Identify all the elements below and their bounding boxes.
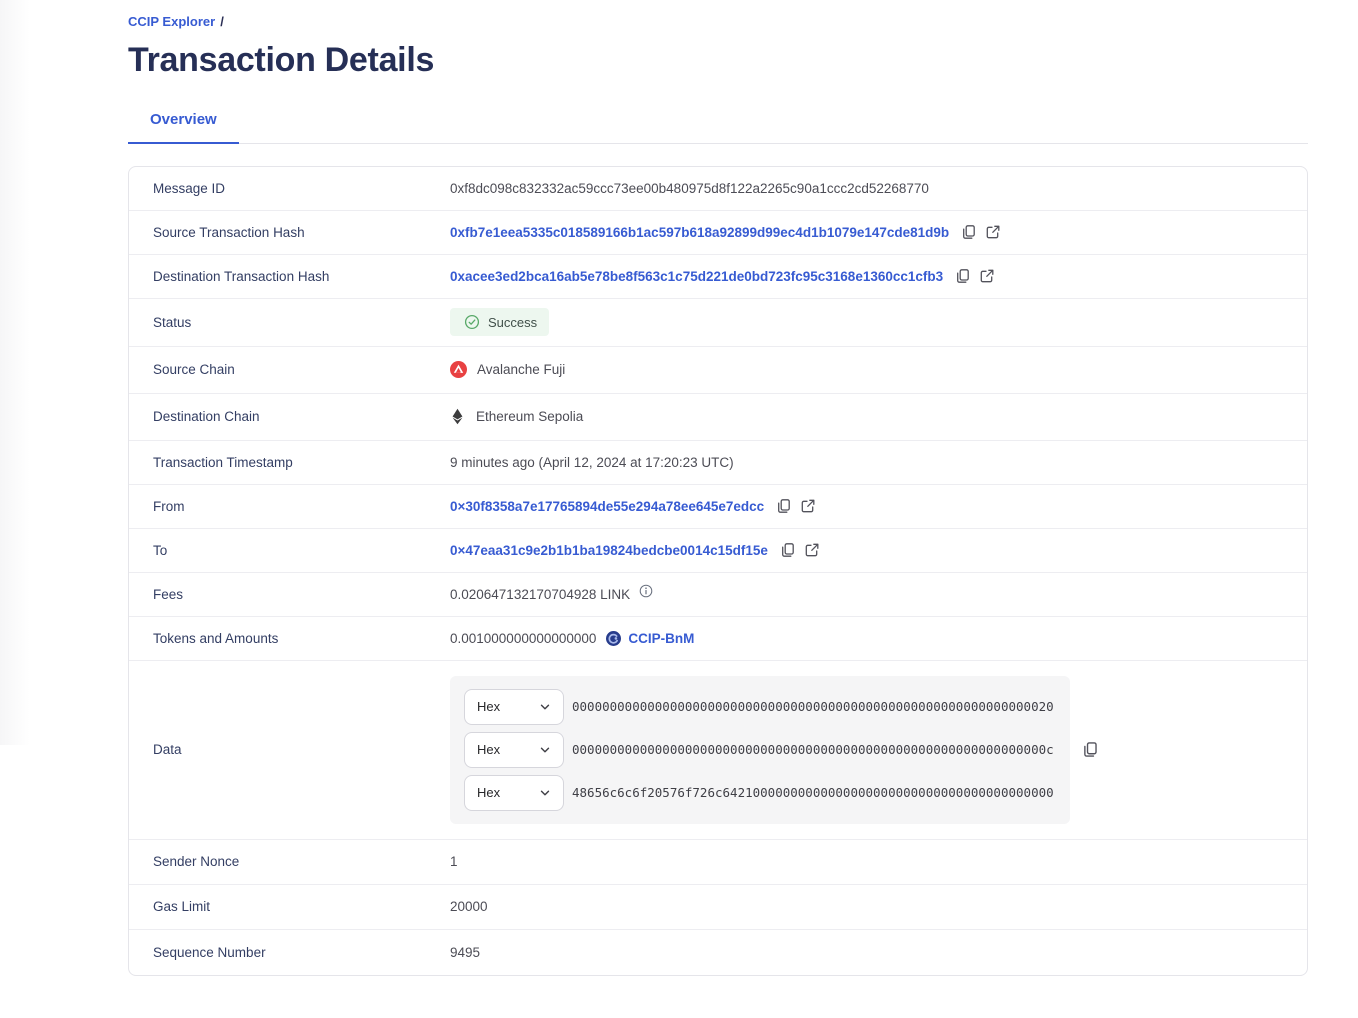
row-source-transaction-hash: Source Transaction Hash 0xfb7e1eea5335c0…	[129, 211, 1307, 255]
main-content: CCIP Explorer / Transaction Details Overv…	[128, 0, 1308, 976]
avalanche-icon	[450, 361, 467, 378]
gas-limit-label: Gas Limit	[153, 899, 450, 914]
check-circle-icon	[464, 314, 480, 330]
copy-icon[interactable]	[1082, 741, 1099, 758]
status-badge: Success	[450, 308, 549, 336]
ethereum-icon	[452, 408, 463, 425]
chevron-down-icon	[539, 744, 551, 756]
row-fees: Fees 0.020647132170704928 LINK	[129, 573, 1307, 617]
status-value: Success	[488, 315, 537, 330]
data-hex-value: 48656c6c6f20576f726c64210000000000000000…	[572, 785, 1054, 800]
tab-bar: Overview	[128, 111, 1308, 144]
status-label: Status	[153, 315, 450, 330]
copy-icon[interactable]	[780, 542, 796, 558]
row-transaction-timestamp: Transaction Timestamp 9 minutes ago (Apr…	[129, 441, 1307, 485]
chevron-down-icon	[539, 787, 551, 799]
row-gas-limit: Gas Limit 20000	[129, 885, 1307, 930]
row-destination-chain: Destination Chain Ethereum Sepolia	[129, 394, 1307, 441]
sender-nonce-label: Sender Nonce	[153, 854, 450, 869]
breadcrumb-link-ccip-explorer[interactable]: CCIP Explorer	[128, 14, 215, 29]
fees-value: 0.020647132170704928 LINK	[450, 587, 630, 602]
transaction-details-table: Message ID 0xf8dc098c832332ac59ccc73ee00…	[128, 166, 1308, 976]
format-select-value: Hex	[477, 699, 500, 714]
to-address-link[interactable]: 0×47eaa31c9e2b1b1ba19824bedcbe0014c15df1…	[450, 543, 768, 558]
token-amount-value: 0.001000000000000000	[450, 631, 596, 646]
sequence-number-label: Sequence Number	[153, 945, 450, 960]
copy-icon[interactable]	[776, 498, 792, 514]
row-message-id: Message ID 0xf8dc098c832332ac59ccc73ee00…	[129, 167, 1307, 211]
destination-chain-label: Destination Chain	[153, 409, 450, 424]
sequence-number-value: 9495	[450, 945, 480, 960]
tokens-label: Tokens and Amounts	[153, 631, 450, 646]
destination-tx-hash-label: Destination Transaction Hash	[153, 269, 450, 284]
source-tx-hash-link[interactable]: 0xfb7e1eea5335c018589166b1ac597b618a9289…	[450, 225, 949, 240]
data-label: Data	[153, 742, 450, 757]
page-title: Transaction Details	[128, 39, 1308, 81]
format-select-value: Hex	[477, 742, 500, 757]
copy-icon[interactable]	[955, 268, 971, 284]
copy-icon[interactable]	[961, 224, 977, 240]
format-select[interactable]: Hex	[464, 775, 564, 811]
data-hex-value: 0000000000000000000000000000000000000000…	[572, 742, 1054, 757]
external-link-icon[interactable]	[804, 542, 820, 558]
row-to: To 0×47eaa31c9e2b1b1ba19824bedcbe0014c15…	[129, 529, 1307, 573]
message-id-value: 0xf8dc098c832332ac59ccc73ee00b480975d8f1…	[450, 181, 929, 196]
destination-chain-value-wrap: Ethereum Sepolia	[450, 408, 583, 425]
fees-label: Fees	[153, 587, 450, 602]
to-label: To	[153, 543, 450, 558]
row-sequence-number: Sequence Number 9495	[129, 930, 1307, 975]
tab-overview[interactable]: Overview	[128, 111, 239, 144]
format-select[interactable]: Hex	[464, 732, 564, 768]
sender-nonce-value: 1	[450, 854, 458, 869]
format-select-value: Hex	[477, 785, 500, 800]
destination-chain-value: Ethereum Sepolia	[476, 409, 583, 424]
format-select[interactable]: Hex	[464, 689, 564, 725]
breadcrumb-separator: /	[220, 14, 224, 29]
data-line: Hex 000000000000000000000000000000000000…	[464, 732, 1070, 768]
destination-tx-hash-link[interactable]: 0xacee3ed2bca16ab5e78be8f563c1c75d221de0…	[450, 269, 943, 284]
info-icon[interactable]	[639, 584, 653, 598]
source-tx-hash-label: Source Transaction Hash	[153, 225, 450, 240]
from-label: From	[153, 499, 450, 514]
page-edge-shadow	[0, 0, 30, 745]
gas-limit-value: 20000	[450, 899, 488, 914]
from-address-link[interactable]: 0×30f8358a7e17765894de55e294a78ee645e7ed…	[450, 499, 764, 514]
ccip-bnm-token-icon	[606, 631, 621, 646]
row-sender-nonce: Sender Nonce 1	[129, 840, 1307, 885]
source-chain-value-wrap: Avalanche Fuji	[450, 361, 565, 378]
data-line: Hex 48656c6c6f20576f726c6421000000000000…	[464, 775, 1070, 811]
external-link-icon[interactable]	[800, 498, 816, 514]
source-chain-label: Source Chain	[153, 362, 450, 377]
data-line: Hex 000000000000000000000000000000000000…	[464, 689, 1070, 725]
row-tokens-and-amounts: Tokens and Amounts 0.001000000000000000 …	[129, 617, 1307, 661]
timestamp-label: Transaction Timestamp	[153, 455, 450, 470]
external-link-icon[interactable]	[979, 268, 995, 284]
row-from: From 0×30f8358a7e17765894de55e294a78ee64…	[129, 485, 1307, 529]
row-destination-transaction-hash: Destination Transaction Hash 0xacee3ed2b…	[129, 255, 1307, 299]
row-status: Status Success	[129, 299, 1307, 347]
token-link[interactable]: CCIP-BnM	[628, 631, 694, 646]
source-chain-value: Avalanche Fuji	[477, 362, 565, 377]
external-link-icon[interactable]	[985, 224, 1001, 240]
data-hex-box: Hex 000000000000000000000000000000000000…	[450, 676, 1070, 824]
message-id-label: Message ID	[153, 181, 450, 196]
row-source-chain: Source Chain Avalanche Fuji	[129, 347, 1307, 394]
breadcrumb: CCIP Explorer /	[128, 14, 1308, 30]
data-hex-value: 0000000000000000000000000000000000000000…	[572, 699, 1054, 714]
timestamp-value: 9 minutes ago (April 12, 2024 at 17:20:2…	[450, 455, 734, 470]
chevron-down-icon	[539, 701, 551, 713]
row-data: Data Hex 0000000000000000000000000000000…	[129, 661, 1307, 840]
